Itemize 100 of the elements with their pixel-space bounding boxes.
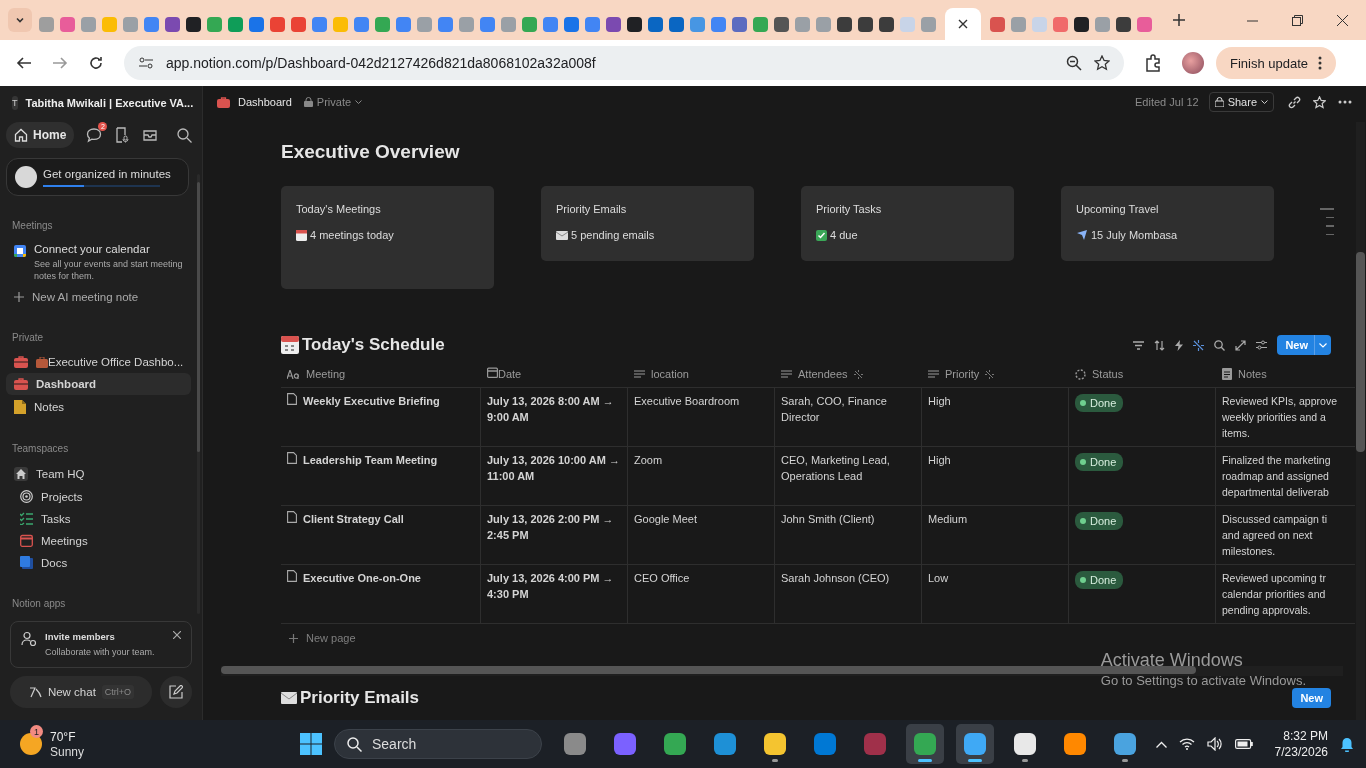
chevron-up-icon[interactable] [1155,740,1167,748]
weather-icon[interactable] [20,733,42,755]
sort-icon[interactable] [1154,339,1166,351]
sidebar-item[interactable]: Docs [6,552,192,574]
forward-icon[interactable] [52,55,68,71]
more-icon[interactable] [1338,100,1352,104]
column-header[interactable]: Priority [922,361,1069,387]
scrollbar[interactable] [197,174,200,614]
speaker-icon[interactable] [1206,737,1223,751]
connect-calendar-link[interactable]: Connect your calendar [34,243,190,255]
sidebar-item[interactable]: Tasks [6,508,192,530]
new-button[interactable]: New [1277,335,1331,355]
summary-card[interactable]: Priority Emails 5 pending emails [541,186,754,261]
profile-avatar[interactable] [1182,52,1204,74]
table-cell[interactable]: Executive One-on-One [281,565,481,623]
reload-icon[interactable] [88,55,104,71]
column-header[interactable]: Meeting [281,361,481,387]
sparkle-icon [27,685,42,699]
lightning-icon[interactable] [1175,339,1184,351]
finish-update-button[interactable]: Finish update [1216,47,1337,79]
new-chat-button[interactable]: New chat Ctrl+O [10,676,152,708]
summary-card[interactable]: Priority Tasks 4 due [801,186,1014,261]
chat-icon[interactable] [86,127,103,143]
table-cell: Medium [922,506,1069,564]
wifi-icon[interactable] [1178,738,1195,750]
sidebar-item[interactable]: Projects [6,486,192,508]
sidebar-item[interactable]: Team HQ [6,462,192,486]
bell-icon[interactable] [1340,736,1354,752]
caret-icon[interactable] [1319,342,1327,348]
search-icon[interactable] [1214,339,1226,351]
table-cell[interactable]: Leadership Team Meeting [281,447,481,505]
database-title: Today's Schedule [302,335,445,355]
table-cell: CEO Office [628,565,775,623]
close-icon[interactable] [958,19,968,29]
settings-icon[interactable] [1256,340,1268,350]
search-field[interactable]: Search [334,729,542,759]
start-icon[interactable] [300,733,322,755]
column-header[interactable]: location [628,361,775,387]
sidebar-item[interactable]: Executive Office Dashbo... [6,351,192,373]
close-icon[interactable] [173,631,181,639]
meeting-notes-icon[interactable] [114,127,131,143]
column-header[interactable]: Notes [1216,361,1355,387]
scrollbar[interactable] [1356,122,1365,720]
sidebar-item[interactable]: Meetings [6,530,192,552]
invite-card[interactable]: Invite members Collaborate with your team. [10,621,192,668]
battery-icon[interactable] [1234,739,1253,749]
onboarding-card[interactable]: Get organized in minutes [6,158,190,196]
address-field[interactable]: app.notion.com/p/Dashboard-042d2127426d821da8068102a32a008f [124,46,1124,80]
visibility-menu[interactable]: Private [303,96,363,108]
page-breadcrumb[interactable]: Dashboard [238,96,292,108]
link-icon[interactable] [1288,95,1301,109]
compose-button[interactable] [160,676,192,708]
extensions-icon[interactable] [1144,54,1162,72]
sidebar-item[interactable]: Dashboard [6,373,192,395]
new-meeting-note-item[interactable]: New AI meeting note [6,286,192,308]
summary-card[interactable]: Upcoming Travel 15 July Mombasa [1061,186,1274,261]
table-cell[interactable]: Client Strategy Call [281,506,481,564]
table-of-contents-drawing[interactable] [1320,208,1334,235]
table-cell[interactable]: Weekly Executive Briefing [281,388,481,446]
column-header[interactable]: Attendees [775,361,922,387]
activation-text: Go to Settings to activate Windows. [1100,673,1306,688]
edited-label: Edited Jul 12 [1135,96,1199,108]
restore-icon[interactable] [1292,14,1303,26]
zoom-icon[interactable] [1066,55,1082,71]
status-tag: Done [1075,453,1124,471]
clock-time[interactable]: 8:32 PM [1283,729,1328,743]
page-icon [287,452,297,464]
summary-card[interactable]: Today's Meetings 4 meetings today [281,186,494,289]
more-icon[interactable] [1318,56,1323,70]
site-settings-icon[interactable] [138,55,154,71]
horizontal-scrollbar[interactable] [221,666,1343,676]
close-icon[interactable] [1337,14,1348,26]
star-icon[interactable] [1094,55,1110,71]
search-icon[interactable] [177,127,192,143]
inbox-icon[interactable] [142,127,159,143]
page-icon [287,511,297,523]
filter-icon[interactable] [1133,340,1145,350]
taskbar-app[interactable] [906,724,944,764]
table-cell: High [922,388,1069,446]
lines-icon [928,370,939,378]
share-button[interactable]: Share [1208,92,1274,112]
expand-icon[interactable] [1235,339,1247,351]
workspace-name[interactable]: Tabitha Mwikali | Executive VA... [25,97,194,109]
tab-search-button[interactable] [8,8,32,32]
briefcase-icon [14,378,28,390]
back-icon[interactable] [16,55,32,71]
sidebar-item[interactable]: Notes [6,395,192,419]
text-type-icon [287,369,300,379]
new-button[interactable]: New [1292,688,1331,708]
section-title: Notion apps [11,597,67,611]
column-header[interactable]: Date [481,361,628,387]
taskbar-app[interactable] [956,724,994,764]
sparkle-icon[interactable] [1193,339,1205,351]
new-tab-icon[interactable] [1173,14,1185,26]
notification-badge: 1 [30,725,43,738]
clock-date[interactable]: 7/23/2026 [1274,745,1328,759]
lock-icon [303,97,313,107]
home-button[interactable]: Home [6,122,75,148]
new-page-button[interactable]: New page [281,624,1355,652]
column-header[interactable]: Status [1069,361,1216,387]
